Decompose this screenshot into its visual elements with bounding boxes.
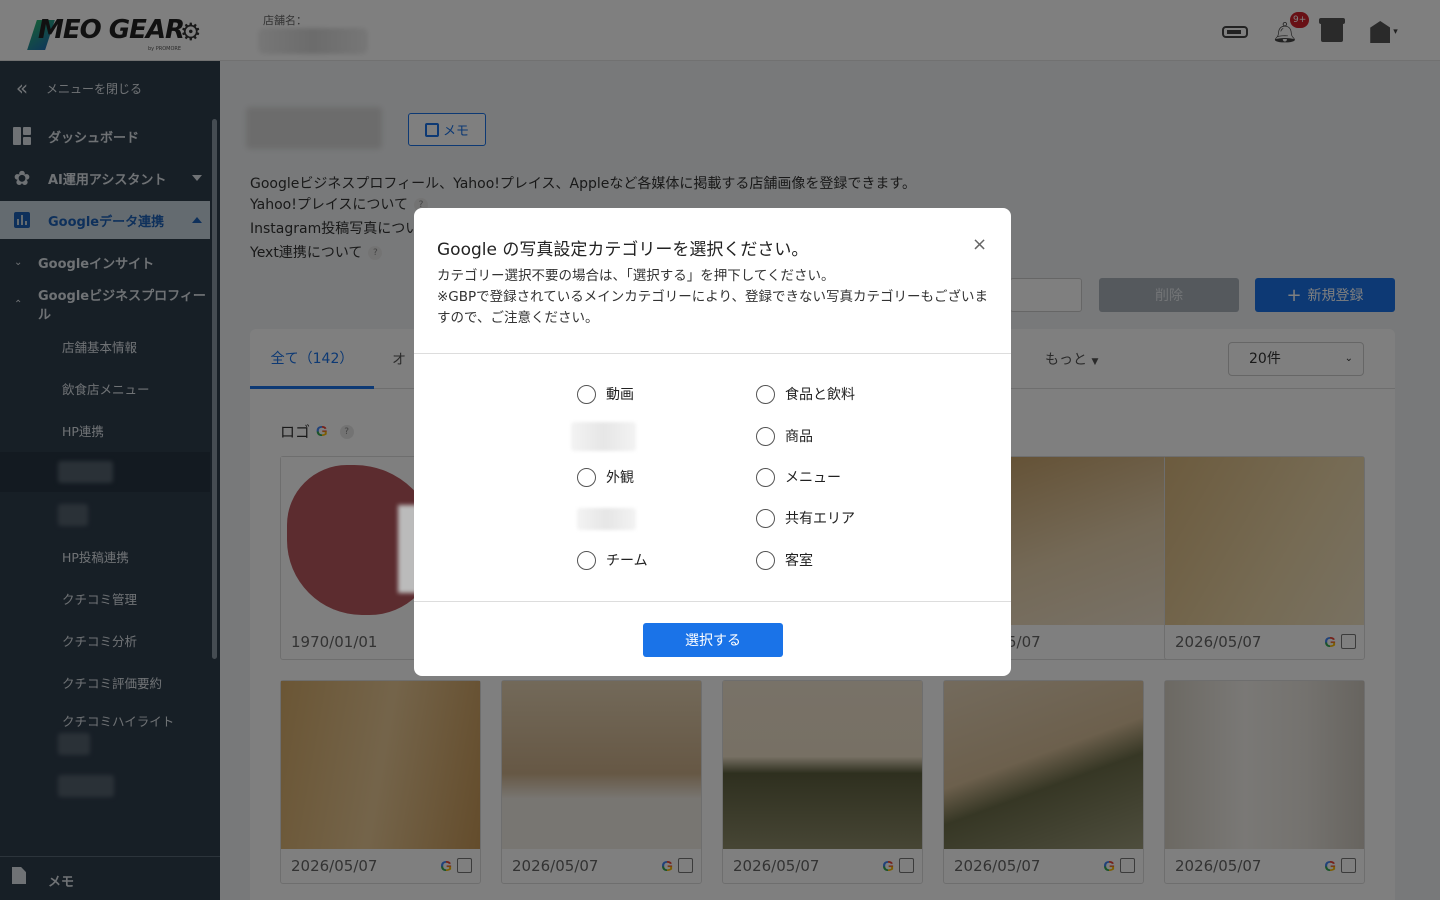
radio-video[interactable]: 動画 xyxy=(577,384,634,404)
radio-exterior[interactable]: 外観 xyxy=(577,467,634,487)
radio-circle[interactable] xyxy=(756,508,775,528)
modal-note-line: カテゴリー選択不要の場合は、「選択する」を押下してください。 xyxy=(437,268,835,284)
select-button[interactable]: 選択する xyxy=(643,623,783,657)
radio-label: メニュー xyxy=(785,470,841,486)
modal-note-line: ※GBPで登録されているメインカテゴリーにより、登録できない写真カテゴリーもござ… xyxy=(437,289,988,326)
radio-label: 食品と飲料 xyxy=(785,387,855,403)
radio-label: 商品 xyxy=(785,429,813,445)
radio-team[interactable]: チーム xyxy=(577,550,648,570)
radio-circle[interactable] xyxy=(577,384,596,404)
category-modal: Google の写真設定カテゴリーを選択ください。 × カテゴリー選択不要の場合… xyxy=(414,208,1011,676)
radio-label: チーム xyxy=(606,553,648,569)
radio-label: 客室 xyxy=(785,553,813,569)
radio-menu[interactable]: メニュー xyxy=(756,467,841,487)
radio-circle[interactable] xyxy=(577,550,596,570)
divider xyxy=(414,601,1011,602)
radio-circle[interactable] xyxy=(756,550,775,570)
radio-circle[interactable] xyxy=(577,467,596,487)
radio-hidden-option[interactable] xyxy=(571,422,636,451)
modal-title: Google の写真設定カテゴリーを選択ください。 xyxy=(437,240,809,260)
radio-circle[interactable] xyxy=(756,384,775,404)
radio-hidden-option[interactable] xyxy=(577,508,636,530)
radio-label: 共有エリア xyxy=(785,511,855,527)
close-icon[interactable]: × xyxy=(972,234,987,255)
modal-note: カテゴリー選択不要の場合は、「選択する」を押下してください。 ※GBPで登録され… xyxy=(437,266,992,329)
divider xyxy=(414,353,1011,354)
radio-shared-area[interactable]: 共有エリア xyxy=(756,508,855,528)
radio-circle[interactable] xyxy=(756,467,775,487)
radio-label: 外観 xyxy=(606,470,634,486)
radio-circle[interactable] xyxy=(756,426,775,446)
radio-label: 動画 xyxy=(606,387,634,403)
radio-food-drink[interactable]: 食品と飲料 xyxy=(756,384,855,404)
radio-product[interactable]: 商品 xyxy=(756,426,813,446)
radio-guest-room[interactable]: 客室 xyxy=(756,550,813,570)
